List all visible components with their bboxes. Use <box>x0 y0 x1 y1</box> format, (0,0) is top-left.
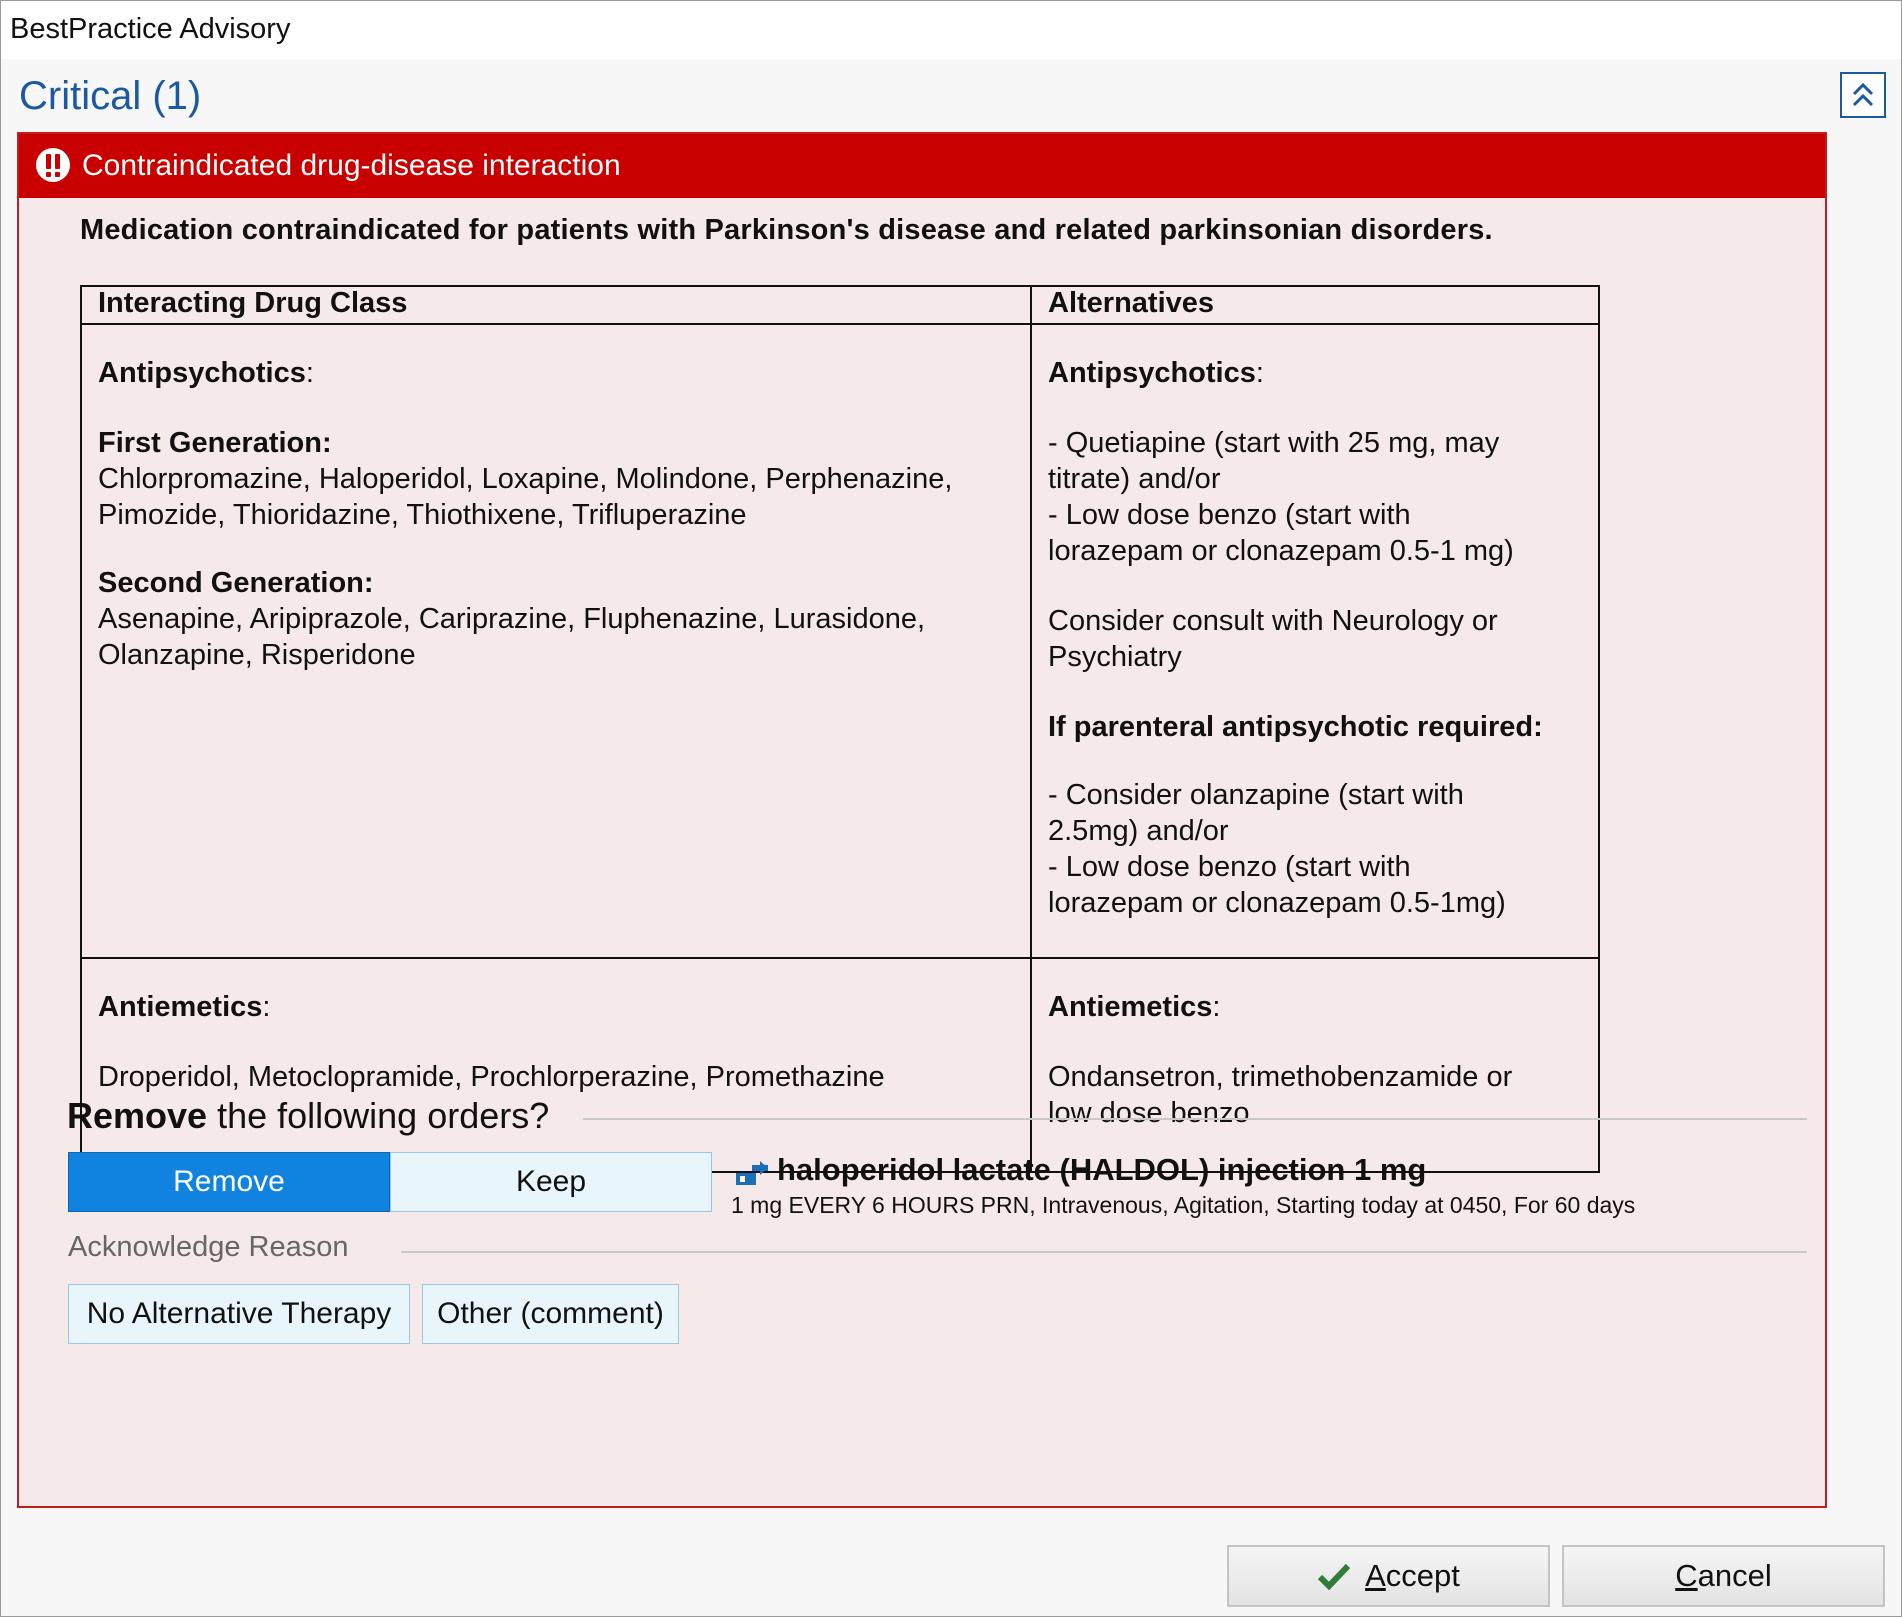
double-chevron-up-icon <box>1852 82 1874 107</box>
alternatives-cell: Antipsychotics: - Quetiapine (start with… <box>1030 323 1600 959</box>
cancel-button[interactable]: Cancel <box>1562 1545 1885 1607</box>
alternative-line: - Low dose benzo (start with <box>1048 499 1411 531</box>
alternative-line: - Quetiapine (start with 25 mg, may <box>1048 427 1500 459</box>
interacting-cell: Antiemetics: Droperidol, Metoclopramide,… <box>80 957 1032 1173</box>
interaction-table: Interacting Drug Class Alternatives Anti… <box>80 285 1600 1173</box>
remove-orders-label: Remove the following orders? <box>67 1095 549 1137</box>
window-title: BestPractice Advisory <box>10 13 291 45</box>
accept-label-rest: ccept <box>1385 1558 1460 1593</box>
alternatives-cell: Antiemetics: Ondansetron, trimethobenzam… <box>1030 957 1600 1173</box>
class-suffix: : <box>262 991 271 1023</box>
interacting-cell: Antipsychotics: First Generation: Chlorp… <box>80 323 1032 959</box>
class-label: Antipsychotics <box>98 357 306 389</box>
class-label: Antipsychotics <box>1048 357 1256 389</box>
accept-label: Accept <box>1365 1558 1460 1594</box>
interacting-drugs: Droperidol, Metoclopramide, Prochlorpera… <box>98 1061 885 1093</box>
cancel-mnemonic: C <box>1675 1558 1698 1593</box>
accept-mnemonic: A <box>1365 1558 1386 1593</box>
column-header-alternatives: Alternatives <box>1030 285 1600 325</box>
alert-title: Contraindicated drug-disease interaction <box>82 149 621 182</box>
alternative-line: - Consider olanzapine (start with <box>1048 779 1464 811</box>
consult-line: Consider consult with Neurology or <box>1048 605 1498 637</box>
alternative-line: - Low dose benzo (start with <box>1048 851 1411 883</box>
medication-order-icon <box>736 1161 768 1185</box>
alternative-line: low dose benzo <box>1048 1097 1250 1129</box>
order-name: haloperidol lactate (HALDOL) injection 1… <box>777 1152 1427 1187</box>
checkmark-icon <box>1317 1563 1351 1590</box>
keep-button[interactable]: Keep <box>390 1152 712 1212</box>
first-generation-label: First Generation: <box>98 427 332 459</box>
alert-description: Medication contraindicated for patients … <box>80 214 1493 246</box>
second-generation-drugs-cont: Olanzapine, Risperidone <box>98 639 416 671</box>
alternative-line: 2.5mg) and/or <box>1048 815 1229 847</box>
table-row: Antiemetics: Droperidol, Metoclopramide,… <box>80 957 1600 1173</box>
divider <box>583 1118 1807 1120</box>
alert-header: Contraindicated drug-disease interaction <box>19 134 1825 198</box>
class-suffix: : <box>1255 357 1264 389</box>
acknowledge-reason-label: Acknowledge Reason <box>68 1231 349 1263</box>
collapse-button[interactable] <box>1840 72 1886 118</box>
cancel-label: Cancel <box>1675 1558 1772 1594</box>
parenteral-label: If parenteral antipsychotic required: <box>1048 711 1543 743</box>
other-comment-button[interactable]: Other (comment) <box>422 1284 679 1344</box>
cancel-label-rest: ancel <box>1697 1558 1772 1593</box>
alternative-line: titrate) and/or <box>1048 463 1221 495</box>
second-generation-drugs: Asenapine, Aripiprazole, Cariprazine, Fl… <box>98 603 926 635</box>
column-header-interacting-drug-class: Interacting Drug Class <box>80 285 1032 325</box>
alternative-line: lorazepam or clonazepam 0.5-1 mg) <box>1048 535 1514 567</box>
alternative-line: Ondansetron, trimethobenzamide or <box>1048 1061 1513 1093</box>
table-row: Antipsychotics: First Generation: Chlorp… <box>80 323 1600 959</box>
class-suffix: : <box>1212 991 1221 1023</box>
class-suffix: : <box>305 357 314 389</box>
divider <box>401 1251 1807 1253</box>
class-label: Antiemetics <box>98 991 263 1023</box>
section-title: Critical (1) <box>19 74 202 118</box>
title-bar: BestPractice Advisory <box>1 1 1901 59</box>
class-label: Antiemetics <box>1048 991 1213 1023</box>
first-generation-drugs: Chlorpromazine, Haloperidol, Loxapine, M… <box>98 463 953 495</box>
order-sig: 1 mg EVERY 6 HOURS PRN, Intravenous, Agi… <box>731 1192 1636 1218</box>
advisory-window: BestPractice Advisory Critical (1) Contr… <box>0 0 1902 1617</box>
alert-exclamation-icon <box>36 148 70 182</box>
alternative-line: lorazepam or clonazepam 0.5-1mg) <box>1048 887 1506 919</box>
remove-button[interactable]: Remove <box>68 1152 390 1212</box>
first-generation-drugs-cont: Pimozide, Thioridazine, Thiothixene, Tri… <box>98 499 747 531</box>
remove-label-bold: Remove <box>67 1095 208 1136</box>
remove-label-rest: the following orders? <box>207 1095 550 1136</box>
second-generation-label: Second Generation: <box>98 567 374 599</box>
no-alternative-therapy-button[interactable]: No Alternative Therapy <box>68 1284 410 1344</box>
consult-line: Psychiatry <box>1048 641 1182 673</box>
accept-button[interactable]: Accept <box>1227 1545 1550 1607</box>
